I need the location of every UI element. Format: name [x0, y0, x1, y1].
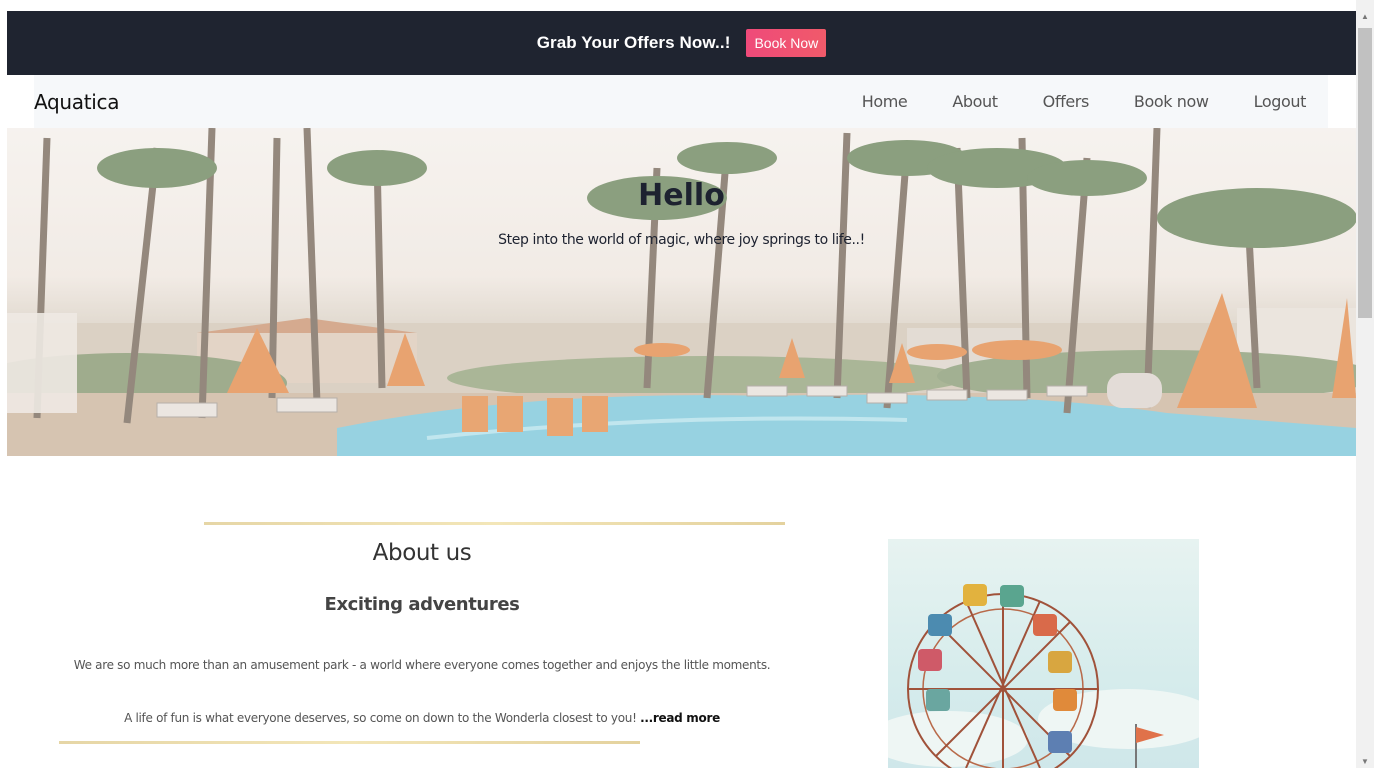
about-top-divider — [204, 522, 785, 525]
hero-banner: Hello Step into the world of magic, wher… — [7, 128, 1356, 456]
scroll-down-arrow-icon[interactable]: ▼ — [1356, 756, 1374, 768]
hero-title: Hello — [638, 178, 725, 213]
offer-text: Grab Your Offers Now..! — [536, 33, 731, 52]
about-title: About us — [372, 540, 472, 566]
scrollbar-thumb[interactable] — [1358, 28, 1372, 318]
scroll-up-arrow-icon[interactable]: ▲ — [1356, 10, 1374, 24]
about-subtitle: Exciting adventures — [324, 594, 520, 615]
about-paragraph: We are so much more than an amusement pa… — [73, 658, 771, 672]
navbar: Aquatica Home About Offers Book now Logo… — [34, 75, 1328, 128]
book-now-button[interactable]: Book Now — [746, 29, 827, 57]
brand-logo[interactable]: Aquatica — [34, 90, 120, 114]
nav-link-about[interactable]: About — [952, 92, 998, 111]
nav-link-offers[interactable]: Offers — [1043, 92, 1090, 111]
nav-link-book-now[interactable]: Book now — [1134, 92, 1209, 111]
page-scrollbar[interactable]: ▲ ▼ — [1356, 0, 1374, 768]
about-paragraph-2: A life of fun is what everyone deserves,… — [64, 709, 780, 727]
about-bottom-divider — [59, 741, 640, 744]
nav-link-home[interactable]: Home — [862, 92, 908, 111]
nav-link-logout[interactable]: Logout — [1254, 92, 1307, 111]
about-paragraph-2-text: A life of fun is what everyone deserves,… — [124, 711, 637, 725]
read-more-link[interactable]: ...read more — [640, 711, 720, 725]
nav-links: Home About Offers Book now Logout — [817, 92, 1328, 111]
top-strip — [0, 0, 1356, 11]
offer-banner: Grab Your Offers Now..! Book Now — [7, 11, 1356, 75]
ferris-wheel-image — [888, 539, 1199, 768]
hero-subtitle: Step into the world of magic, where joy … — [498, 232, 865, 248]
